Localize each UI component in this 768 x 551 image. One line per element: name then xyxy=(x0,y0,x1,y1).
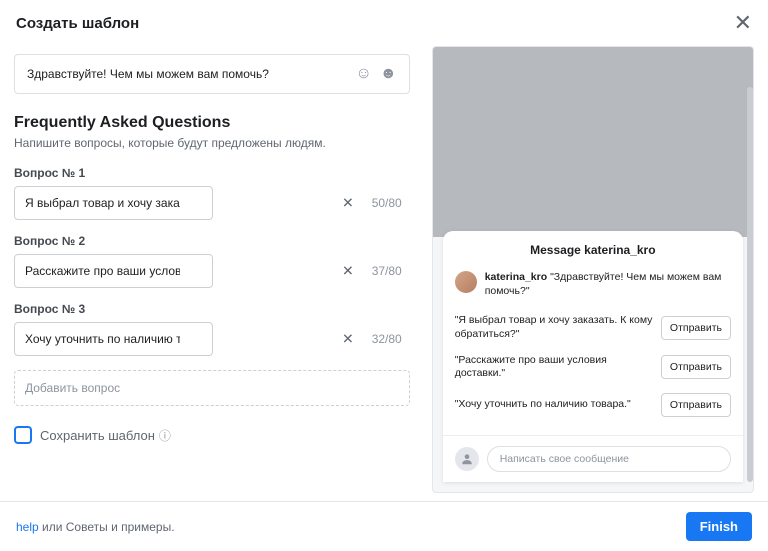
send-button[interactable]: Отправить xyxy=(661,355,731,379)
close-button[interactable]: ✕ xyxy=(734,12,752,34)
save-template-checkbox[interactable] xyxy=(14,426,32,444)
emoji-icon[interactable]: ☺ xyxy=(356,65,372,83)
faq-heading: Frequently Asked Questions xyxy=(14,114,410,132)
clear-icon[interactable]: ✕ xyxy=(342,331,354,348)
footer-help-text: help или Советы и примеры. xyxy=(16,520,175,534)
dialog-footer: help или Советы и примеры. Finish xyxy=(0,501,768,551)
char-counter: 37/80 xyxy=(372,264,410,278)
clear-icon[interactable]: ✕ xyxy=(342,195,354,212)
preview-greeting-message: katerina_kro "Здравствуйте! Чем мы можем… xyxy=(485,271,731,298)
preview-message-input[interactable]: Написать свое сообщение xyxy=(487,446,731,472)
question-label: Вопрос № 1 xyxy=(14,166,410,180)
greeting-text: Здравствуйте! Чем мы можем вам помочь? xyxy=(27,67,269,81)
help-link[interactable]: help xyxy=(16,520,39,534)
preview-scrollbar[interactable] xyxy=(747,87,753,482)
close-icon: ✕ xyxy=(734,10,752,35)
finish-button[interactable]: Finish xyxy=(686,512,752,541)
preview-question-row: "Я выбрал товар и хочу заказать. К кому … xyxy=(443,308,743,347)
preview-chat-title: Message katerina_kro xyxy=(443,231,743,267)
question-input-1[interactable] xyxy=(14,186,213,220)
preview-image-placeholder xyxy=(433,47,753,237)
question-label: Вопрос № 3 xyxy=(14,302,410,316)
avatar xyxy=(455,271,477,293)
preview-chat-card: Message katerina_kro katerina_kro "Здрав… xyxy=(443,231,743,482)
save-template-label: Сохранить шаблон ⓘ xyxy=(40,427,171,444)
user-icon[interactable]: ☻ xyxy=(380,65,397,83)
question-input-2[interactable] xyxy=(14,254,213,288)
preview-question-text: "Хочу уточнить по наличию товара." xyxy=(455,398,653,412)
dialog-header: Создать шаблон ✕ xyxy=(0,0,768,46)
preview-panel: Message katerina_kro katerina_kro "Здрав… xyxy=(432,46,754,493)
form-panel: Здравствуйте! Чем мы можем вам помочь? ☺… xyxy=(14,46,414,493)
clear-icon[interactable]: ✕ xyxy=(342,263,354,280)
add-question-button[interactable]: Добавить вопрос xyxy=(14,370,410,406)
greeting-input[interactable]: Здравствуйте! Чем мы можем вам помочь? ☺… xyxy=(14,54,410,94)
send-button[interactable]: Отправить xyxy=(661,316,731,340)
preview-question-text: "Расскажите про ваши условия доставки." xyxy=(455,354,653,381)
info-icon[interactable]: ⓘ xyxy=(159,427,171,444)
preview-question-text: "Я выбрал товар и хочу заказать. К кому … xyxy=(455,314,653,341)
user-placeholder-icon xyxy=(455,447,479,471)
send-button[interactable]: Отправить xyxy=(661,393,731,417)
question-input-3[interactable] xyxy=(14,322,213,356)
question-label: Вопрос № 2 xyxy=(14,234,410,248)
faq-subheading: Напишите вопросы, которые будут предложе… xyxy=(14,136,410,150)
preview-question-row: "Хочу уточнить по наличию товара." Отпра… xyxy=(443,387,743,423)
preview-question-row: "Расскажите про ваши условия доставки." … xyxy=(443,348,743,387)
char-counter: 32/80 xyxy=(372,332,410,346)
dialog-title: Создать шаблон xyxy=(16,15,139,32)
char-counter: 50/80 xyxy=(372,196,410,210)
